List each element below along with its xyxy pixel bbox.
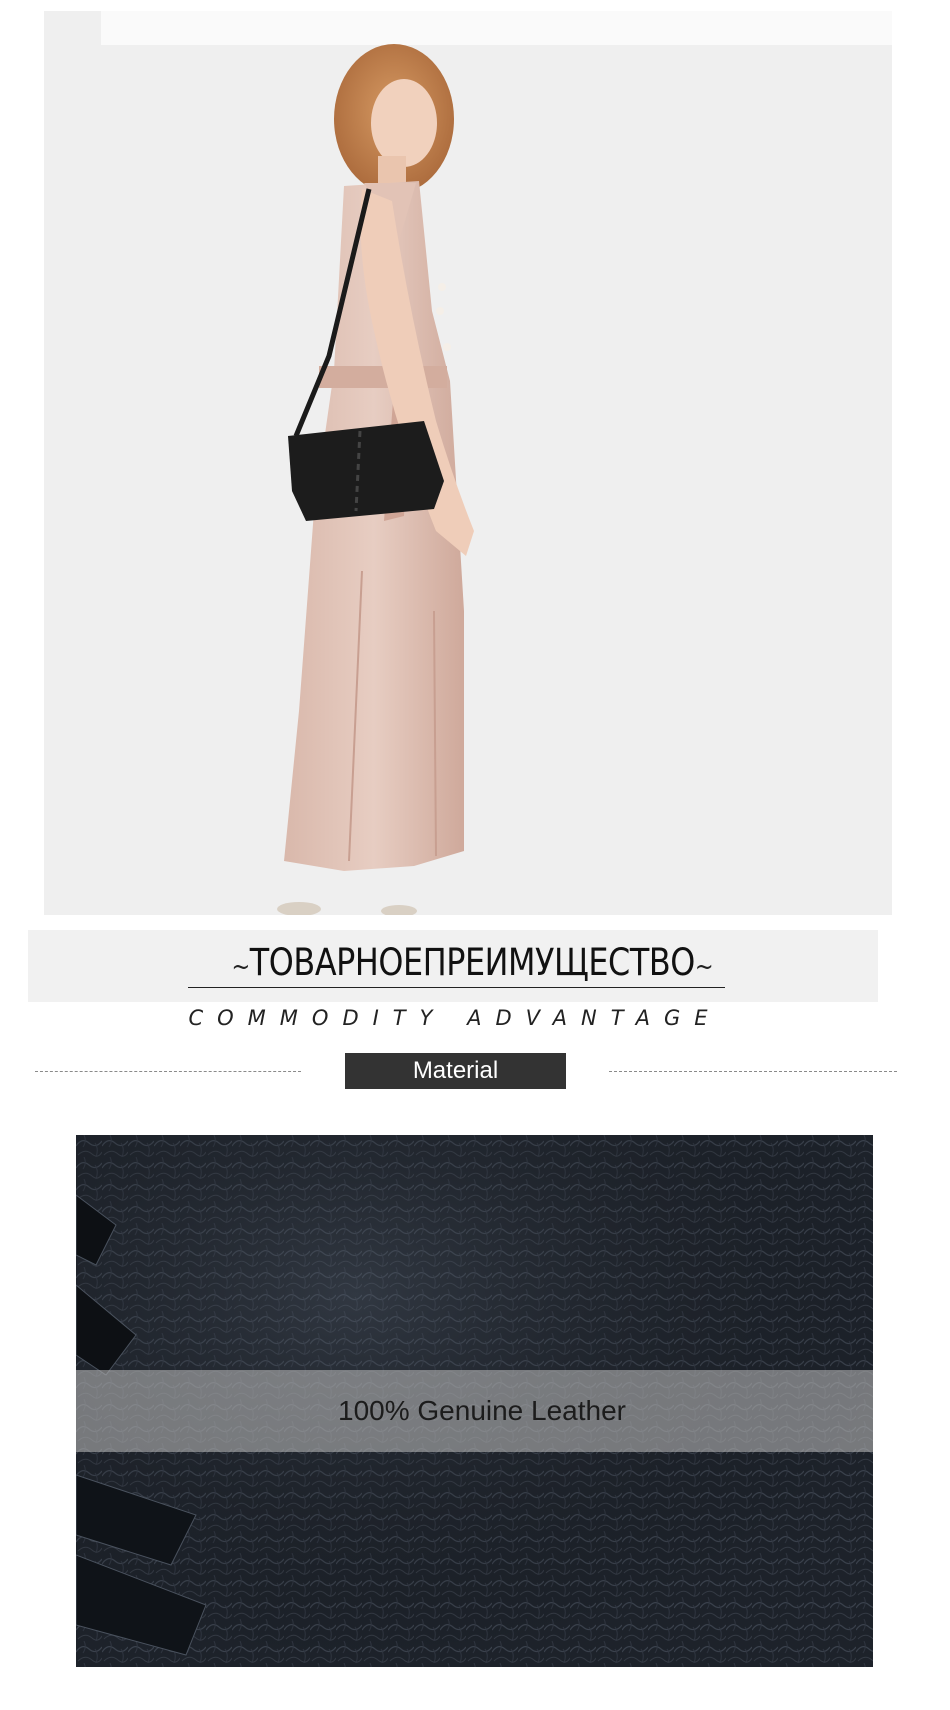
headline: ~ТОВАРНОЕПРЕИМУЩЕСТВО~ bbox=[64, 941, 881, 984]
section-label-material: Material bbox=[345, 1053, 566, 1089]
ornament-left-icon: ~ bbox=[231, 952, 250, 982]
model-illustration bbox=[277, 44, 474, 915]
ornament-right-icon: ~ bbox=[694, 952, 714, 982]
headline-title: ТОВАРНОЕПРЕИМУЩЕСТВО bbox=[249, 941, 695, 984]
product-model-photo bbox=[44, 11, 892, 915]
divider-left bbox=[35, 1071, 301, 1072]
headline-subtitle: COMMODITY ADVANTAGE bbox=[188, 1006, 722, 1030]
leather-caption: 100% Genuine Leather bbox=[338, 1395, 626, 1426]
divider-right bbox=[609, 1071, 897, 1072]
headline-underline bbox=[188, 987, 725, 988]
leather-detail-photo: 100% Genuine Leather bbox=[76, 1135, 873, 1667]
